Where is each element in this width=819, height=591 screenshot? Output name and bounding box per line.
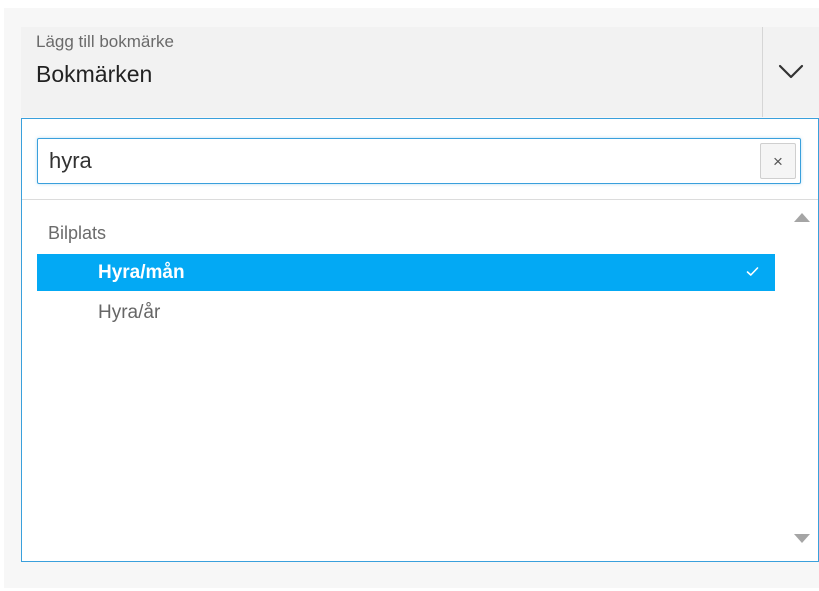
checkmark-icon xyxy=(746,267,759,276)
divider xyxy=(22,199,818,200)
search-input[interactable] xyxy=(37,138,801,184)
field-label: Lägg till bokmärke xyxy=(36,32,174,51)
chevron-down-icon xyxy=(778,64,804,79)
clear-search-button[interactable]: × xyxy=(760,143,796,179)
dropdown-selected-value[interactable]: Bokmärken xyxy=(36,61,152,88)
option-label: Hyra/år xyxy=(98,301,161,323)
dropdown-toggle-button[interactable] xyxy=(762,27,819,117)
option-label: Hyra/mån xyxy=(98,261,185,283)
option-group-header: Bilplats xyxy=(48,223,107,243)
option-hyra-man[interactable]: Hyra/mån xyxy=(37,254,775,291)
scroll-down-arrow-icon[interactable] xyxy=(794,534,810,543)
scroll-up-arrow-icon[interactable] xyxy=(794,213,810,222)
dropdown-menu xyxy=(21,118,819,562)
scrollbar[interactable] xyxy=(790,201,818,561)
option-hyra-ar[interactable]: Hyra/år xyxy=(37,294,775,331)
close-icon: × xyxy=(773,151,783,171)
